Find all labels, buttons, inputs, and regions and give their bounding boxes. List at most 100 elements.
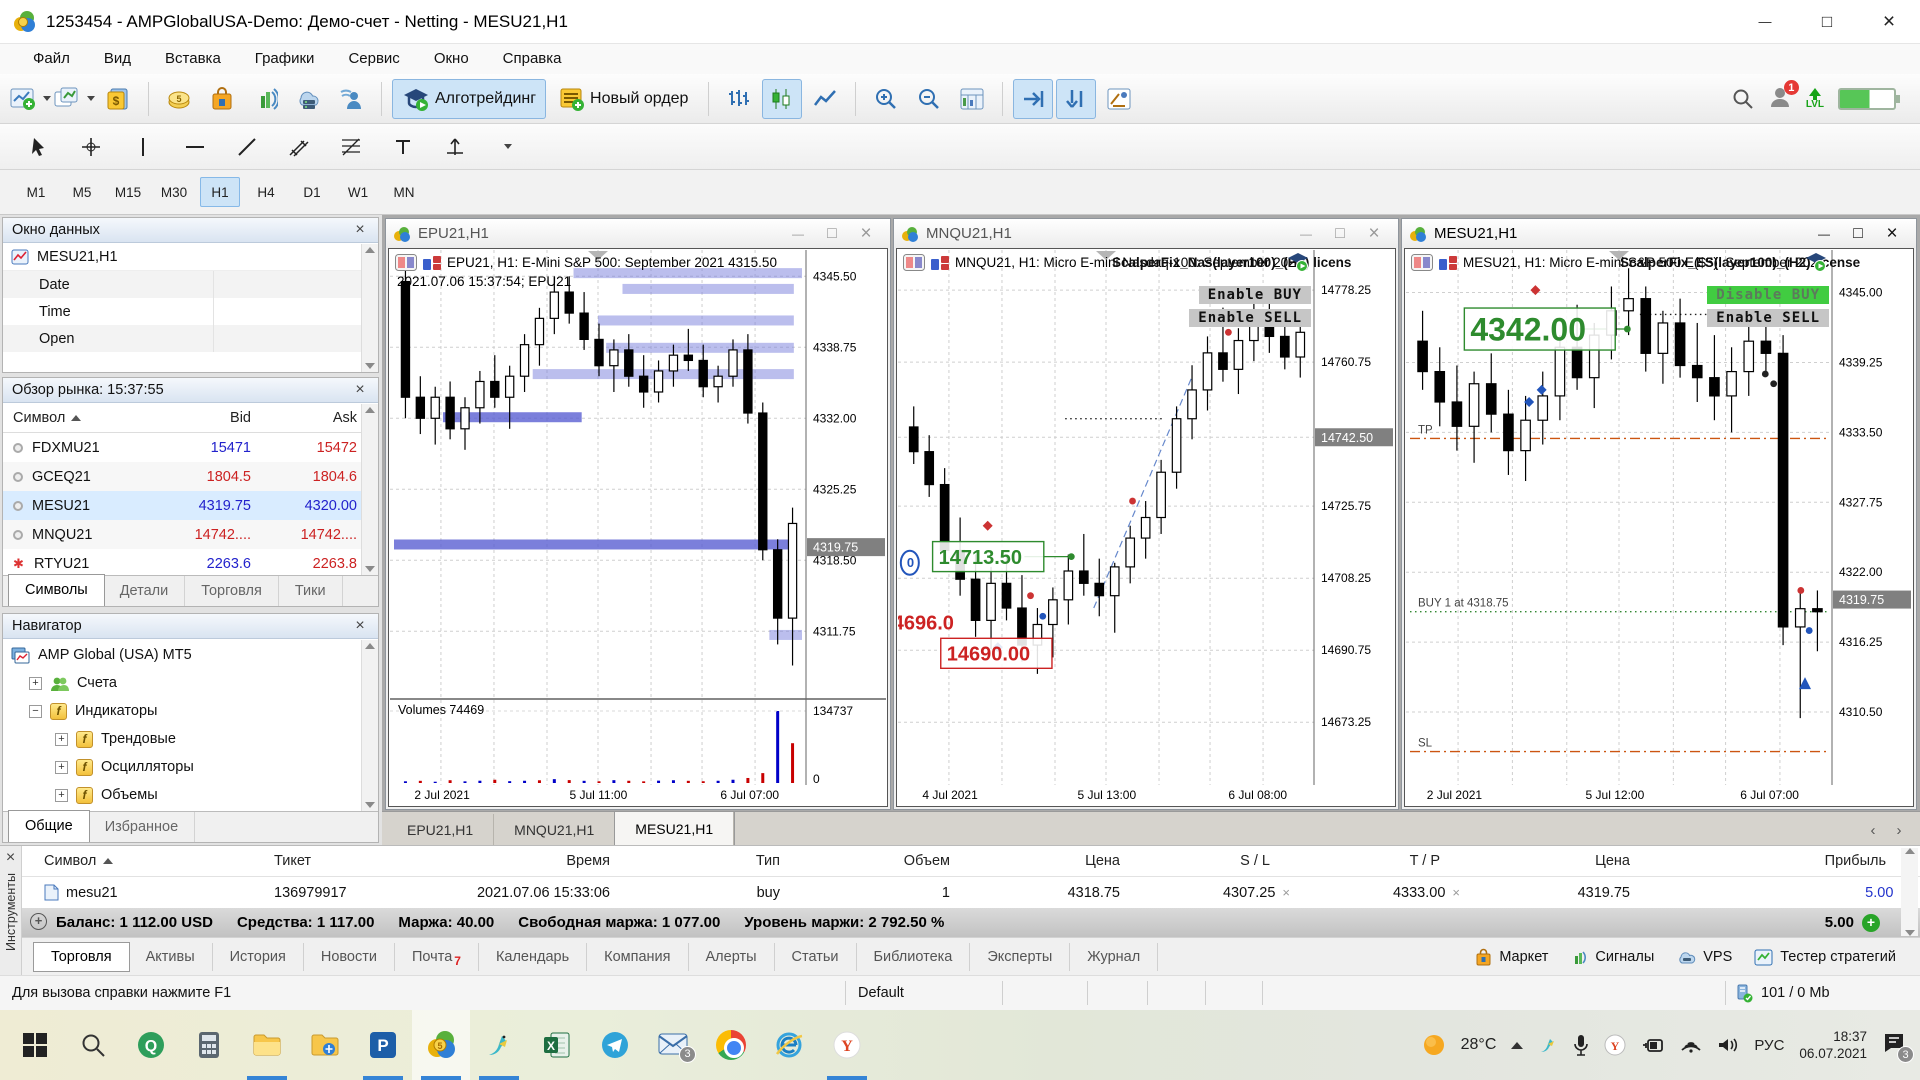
chart-window-titlebar[interactable]: MESU21,H1 (1402, 219, 1916, 248)
close-icon[interactable] (351, 617, 369, 635)
maximize-button[interactable] (1323, 222, 1357, 246)
tab-trading[interactable]: Торговля (185, 576, 279, 606)
power-plug-icon[interactable] (1641, 1036, 1665, 1054)
scroll-down-icon[interactable] (365, 566, 375, 572)
tab-mail[interactable]: Почта7 (395, 943, 479, 971)
scroll-up-icon[interactable] (1905, 848, 1915, 854)
algotrading-toggle[interactable]: Алготрейдинг (392, 79, 546, 119)
bar-chart-mode-button[interactable] (719, 79, 759, 119)
yandex-tray-icon[interactable]: Y (1604, 1034, 1626, 1056)
chart-shift-button[interactable] (1056, 79, 1096, 119)
tab-scroll-right-icon[interactable]: › (1888, 822, 1910, 839)
close-icon[interactable] (351, 381, 369, 399)
nav-item-volumes[interactable]: + Объемы (3, 781, 378, 809)
signals-button[interactable]: Сигналы (1570, 948, 1654, 966)
tf-h1[interactable]: H1 (200, 177, 240, 207)
tab-details[interactable]: Детали (104, 576, 186, 606)
minimize-button[interactable] (1807, 222, 1841, 246)
one-click-trading-icon[interactable] (903, 254, 925, 271)
menu-charts[interactable]: Графики (238, 44, 332, 74)
taskbar-excel[interactable]: X (528, 1010, 586, 1080)
crosshair-tool[interactable] (78, 134, 104, 160)
text-tool[interactable] (390, 134, 416, 160)
taskbar-telegram[interactable] (586, 1010, 644, 1080)
trendline-tool[interactable] (234, 134, 260, 160)
menu-help[interactable]: Справка (486, 44, 579, 74)
strategy-tester-button[interactable] (952, 79, 992, 119)
minimize-button[interactable] (1734, 0, 1796, 44)
objects-window-button[interactable] (1099, 79, 1139, 119)
candle-chart-mode-button[interactable] (762, 79, 802, 119)
auto-scroll-button[interactable] (1013, 79, 1053, 119)
taskbar-chrome[interactable] (702, 1010, 760, 1080)
strategy-tester-button[interactable]: Тестер стратегий (1754, 949, 1896, 966)
market-watch-columns[interactable]: Символ Bid Ask (3, 403, 378, 433)
remove-sl-icon[interactable] (1282, 885, 1290, 900)
tab-common[interactable]: Общие (9, 811, 89, 842)
open-position-row[interactable]: mesu21 136979917 2021.07.06 15:33:06 buy… (22, 877, 1920, 908)
tf-mn[interactable]: MN (384, 177, 424, 207)
nav-item-oscillators[interactable]: + Осцилляторы (3, 753, 378, 781)
tab-journal[interactable]: Журнал (1070, 943, 1158, 971)
tab-favorites[interactable]: Избранное (89, 812, 195, 842)
tf-m30[interactable]: M30 (154, 177, 194, 207)
minimize-button[interactable] (781, 222, 815, 246)
market-row-gceq21[interactable]: GCEQ211804.51804.6 (3, 462, 378, 491)
one-click-trading-icon[interactable] (395, 254, 417, 271)
mnqu21-chart-canvas[interactable]: 14778.2514760.7514742.5014725.7514708.25… (898, 250, 1394, 805)
taskbar-hummingbird-app[interactable] (470, 1010, 528, 1080)
epu21-chart-canvas[interactable]: 4345.504338.754332.004325.254318.504311.… (390, 250, 886, 805)
nav-item-terminal[interactable]: AMP Global (USA) MT5 (3, 641, 378, 669)
microphone-icon[interactable] (1573, 1034, 1589, 1056)
tf-d1[interactable]: D1 (292, 177, 332, 207)
market-row-mesu21[interactable]: MESU214319.754320.00 (3, 491, 378, 520)
scrollbar[interactable] (361, 640, 378, 811)
taskbar-internet-explorer[interactable] (760, 1010, 818, 1080)
nav-item-indicators[interactable]: − Индикаторы (3, 697, 378, 725)
hummingbird-tray-icon[interactable] (1538, 1035, 1558, 1055)
chart-tab-mnqu21[interactable]: MNQU21,H1 (494, 814, 615, 845)
trade-table-header[interactable]: Символ Тикет Время Тип Объем Цена S / L … (22, 846, 1920, 877)
tab-experts[interactable]: Эксперты (970, 943, 1070, 971)
close-icon[interactable] (351, 221, 369, 239)
close-icon[interactable] (1875, 222, 1909, 246)
enable-sell-button[interactable]: Enable SELL (1189, 309, 1311, 327)
nav-item-accounts[interactable]: + Счета (3, 669, 378, 697)
enable-buy-button[interactable]: Enable BUY (1199, 286, 1311, 304)
clock[interactable]: 18:37 06.07.2021 (1799, 1028, 1867, 1062)
taskbar-metatrader5[interactable]: 5 (412, 1010, 470, 1080)
tab-symbols[interactable]: Символы (9, 575, 104, 606)
close-icon[interactable] (2, 849, 20, 867)
menu-file[interactable]: Файл (16, 44, 87, 74)
new-order-button[interactable]: Новый ордер (549, 79, 698, 119)
menu-window[interactable]: Окно (417, 44, 486, 74)
maximize-button[interactable] (1841, 222, 1875, 246)
arrows-tool[interactable] (442, 134, 468, 160)
tab-articles[interactable]: Статьи (775, 943, 857, 971)
scroll-up-icon[interactable] (365, 247, 375, 253)
expand-icon[interactable]: + (55, 733, 68, 746)
minimize-button[interactable] (1289, 222, 1323, 246)
vps-button[interactable]: VPS (1676, 949, 1732, 966)
close-icon[interactable] (849, 222, 883, 246)
depth-of-market-icon[interactable] (422, 254, 442, 271)
taskbar-yandex-disk[interactable] (296, 1010, 354, 1080)
new-chart-button[interactable] (10, 79, 51, 119)
deposit-button[interactable]: $ (98, 79, 138, 119)
tray-expand-icon[interactable] (1511, 1042, 1523, 1049)
notifications-button[interactable]: 1 (1768, 85, 1792, 112)
tab-library[interactable]: Библиотека (857, 943, 971, 971)
remove-tp-icon[interactable] (1452, 885, 1460, 900)
expand-icon[interactable]: + (55, 789, 68, 802)
menu-tools[interactable]: Сервис (331, 44, 416, 74)
signals-button[interactable] (245, 79, 285, 119)
scroll-up-icon[interactable] (365, 643, 375, 649)
network-signal-icon[interactable] (1680, 1036, 1702, 1054)
profiles-button[interactable] (54, 79, 95, 119)
tab-ticks[interactable]: Тики (279, 576, 343, 606)
ea-status-icon[interactable] (1287, 252, 1309, 275)
depth-of-market-icon[interactable] (930, 254, 950, 271)
vertical-line-tool[interactable] (130, 134, 156, 160)
maximize-button[interactable] (1796, 0, 1858, 44)
tf-h4[interactable]: H4 (246, 177, 286, 207)
